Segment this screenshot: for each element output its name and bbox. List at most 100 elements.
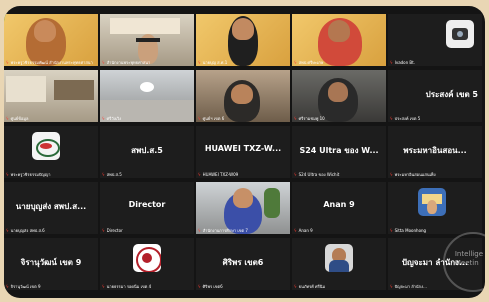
participant-caption: S24 Ultra ของ Wichit [298, 172, 340, 177]
participant-tile[interactable]: ϟ Sitta Moonhong [388, 182, 482, 234]
avatar [133, 244, 161, 272]
mic-muted-icon: ϟ [390, 60, 393, 65]
mic-muted-icon: ϟ [390, 284, 393, 289]
mic-muted-icon: ϟ [294, 284, 297, 289]
mic-muted-icon: ϟ [102, 116, 105, 121]
participant-caption: นายธรรมา รอดนิ่ม เขต 4 [106, 284, 152, 289]
participant-caption: สพป.ศรีษะเกษ [298, 60, 324, 65]
watermark-line-2: Meetin [454, 259, 479, 267]
avatar [325, 244, 353, 272]
participant-tile[interactable]: Anan 9 ϟ Anan 9 [292, 182, 386, 234]
participant-tile[interactable]: ϟ พระครูวชิรธรรมพัฒน์ สำนักงานพระพุทธศาสน… [4, 14, 98, 66]
mic-muted-icon: ϟ [102, 172, 105, 177]
participant-caption: ประสงค์ เขต 5 [394, 116, 421, 121]
mic-muted-icon: ϟ [198, 60, 201, 65]
mic-muted-icon: ϟ [294, 60, 297, 65]
participant-caption: ปัญจะมา ลำนักง... [394, 284, 427, 289]
participant-tile[interactable]: ϟ ศูนย์ข้อมูล [4, 70, 98, 122]
participant-name: นายบุญส่ง สพป.ส... [15, 202, 87, 211]
video-conference-gallery: ϟ พระครูวชิรธรรมพัฒน์ สำนักงานพระพุทธศาสน… [4, 6, 485, 298]
participant-tile[interactable]: ประสงค์ เขต 5 ϟ ประสงค์ เขต 5 [388, 70, 482, 122]
mic-muted-icon: ϟ [390, 228, 393, 233]
video-feed [100, 14, 194, 66]
participant-tile[interactable]: ϟ นายธรรมา รอดนิ่ม เขต 4 [100, 238, 194, 290]
participant-name: ประสงค์ เขต 5 [425, 90, 478, 99]
participant-tile[interactable]: ϟ Ivadon Bt. [388, 14, 482, 66]
participant-tile[interactable]: ϟ สำนักงานพระพุทธศาสนา [100, 14, 194, 66]
mic-muted-icon: ϟ [6, 116, 9, 121]
video-feed [4, 70, 98, 122]
mic-muted-icon: ϟ [6, 172, 9, 177]
mic-muted-icon: ϟ [198, 116, 201, 121]
participant-tile[interactable]: ศิริพร เขต6 ϟ ศิริพร เขต6 [196, 238, 290, 290]
participant-tile[interactable]: ϟ ธนภัทรศ์ ศรีนิม [292, 238, 386, 290]
participant-name: HUAWEI TXZ-W... [204, 144, 282, 153]
participant-tile[interactable]: ϟ ศรีวังเวิง [100, 70, 194, 122]
participant-name: สพป.ส.5 [131, 146, 163, 155]
mic-muted-icon: ϟ [102, 60, 105, 65]
video-feed [292, 70, 386, 122]
participant-caption: จิรานุวัฒน์ เขต 9 [10, 284, 41, 289]
participant-caption: นายบุญ ส.ศ.1 [202, 60, 228, 65]
participant-name: Anan 9 [323, 200, 355, 209]
participant-caption: ศูนย์ฯ เขต 6 [202, 116, 225, 121]
avatar [446, 20, 474, 48]
participant-tile[interactable]: พระมหาอินสอน... ϟ พระมหาอินสอนแสนเพ็ง [388, 126, 482, 178]
avatar [418, 188, 446, 216]
participant-caption: พระมหาอินสอนแสนเพ็ง [394, 172, 436, 177]
participant-tile[interactable]: ϟ สำนักงานการศึกษา เขต 7 [196, 182, 290, 234]
participant-caption: ศรีรามชมพู 10 [298, 116, 325, 121]
mic-muted-icon: ϟ [198, 228, 201, 233]
participant-caption: พระครูวชิรธรรมปัญญา [10, 172, 51, 177]
video-feed [100, 70, 194, 122]
participant-name: Director [128, 200, 166, 209]
mic-muted-icon: ϟ [6, 284, 9, 289]
mic-muted-icon: ϟ [102, 284, 105, 289]
participant-tile[interactable]: สพป.ส.5 ϟ สพป.ส.5 [100, 126, 194, 178]
participant-caption: ศิริพร เขต6 [202, 284, 223, 289]
video-feed [292, 14, 386, 66]
participant-caption: สำนักงานการศึกษา เขต 7 [202, 228, 248, 233]
watermark-line-1: Intellige [454, 250, 483, 258]
participant-caption: HUAWEI TXZ-W09 [202, 172, 239, 177]
participant-name: พระมหาอินสอน... [403, 146, 467, 155]
avatar [32, 132, 60, 160]
participant-tile[interactable]: ϟ พระครูวชิรธรรมปัญญา [4, 126, 98, 178]
mic-muted-icon: ϟ [294, 116, 297, 121]
participant-caption: สพป.ส.5 [106, 172, 122, 177]
participant-caption: ศรีวังเวิง [106, 116, 122, 121]
participant-caption: นายบุญส่ง สพป.ส.6 [10, 228, 45, 233]
video-feed [4, 14, 98, 66]
participant-tile[interactable]: HUAWEI TXZ-W... ϟ HUAWEI TXZ-W09 [196, 126, 290, 178]
participant-tile[interactable]: จิรานุวัฒน์ เขต 9 ϟ จิรานุวัฒน์ เขต 9 [4, 238, 98, 290]
mic-muted-icon: ϟ [198, 172, 201, 177]
participant-name: S24 Ultra ของ W... [299, 146, 379, 155]
participant-caption: Ivadon Bt. [394, 60, 416, 65]
participant-tile[interactable]: นายบุญส่ง สพป.ส... ϟ นายบุญส่ง สพป.ส.6 [4, 182, 98, 234]
watermark-text: Intellige Meetin [455, 250, 483, 268]
mic-muted-icon: ϟ [102, 228, 105, 233]
participant-caption: สำนักงานพระพุทธศาสนา [106, 60, 151, 65]
participant-tile[interactable]: ϟ นายบุญ ส.ศ.1 [196, 14, 290, 66]
mic-muted-icon: ϟ [6, 60, 9, 65]
participant-tile[interactable]: S24 Ultra ของ W... ϟ S24 Ultra ของ Wichit [292, 126, 386, 178]
video-feed [196, 182, 290, 234]
participant-tile[interactable]: Director ϟ Director [100, 182, 194, 234]
mic-muted-icon: ϟ [294, 228, 297, 233]
mic-muted-icon: ϟ [390, 116, 393, 121]
participant-name: ศิริพร เขต6 [222, 258, 264, 267]
participant-name: จิรานุวัฒน์ เขต 9 [20, 258, 82, 267]
video-feed [196, 70, 290, 122]
mic-muted-icon: ϟ [198, 284, 201, 289]
participant-tile[interactable]: ϟ ศูนย์ฯ เขต 6 [196, 70, 290, 122]
mic-muted-icon: ϟ [390, 172, 393, 177]
participant-caption: Director [106, 228, 123, 233]
participant-tile[interactable]: ϟ ศรีรามชมพู 10 [292, 70, 386, 122]
participant-caption: พระครูวชิรธรรมพัฒน์ สำนักงานพระพุทธศาสนา [10, 60, 93, 65]
participant-caption: Sitta Moonhong [394, 228, 427, 233]
participant-caption: ธนภัทรศ์ ศรีนิม [298, 284, 326, 289]
participant-tile[interactable]: ϟ สพป.ศรีษะเกษ [292, 14, 386, 66]
mic-muted-icon: ϟ [294, 172, 297, 177]
participant-caption: Anan 9 [298, 228, 313, 233]
video-feed [196, 14, 290, 66]
